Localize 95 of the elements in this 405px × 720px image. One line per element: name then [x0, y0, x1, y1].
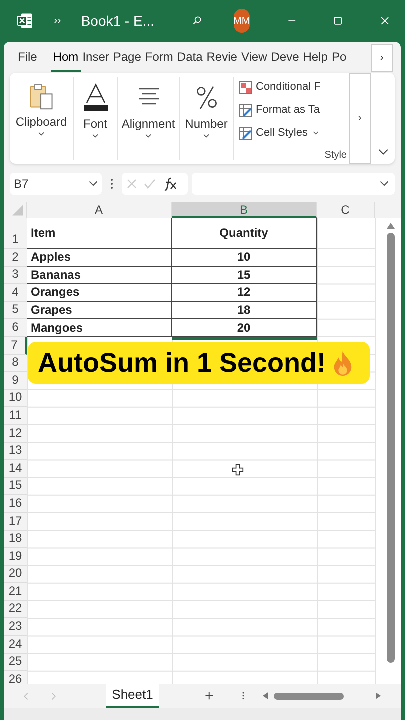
ribbon-tab[interactable]: Page	[111, 44, 144, 72]
table-style-icon	[239, 126, 253, 140]
row-header[interactable]: 19	[4, 548, 27, 566]
row-header[interactable]: 16	[4, 495, 27, 513]
ribbon-scroll-button[interactable]: ›	[349, 73, 371, 164]
styles-menu-button[interactable]: Format as Ta	[239, 99, 349, 122]
banner-text: AutoSum in 1 Second!	[38, 347, 326, 379]
table-style-icon	[239, 104, 253, 118]
row-header[interactable]: 20	[4, 566, 27, 584]
table-cell: Quantity	[172, 218, 317, 249]
table-cell: 20	[172, 319, 317, 337]
tabs-scroll-button[interactable]: ›	[371, 44, 393, 72]
fire-icon	[332, 350, 354, 376]
row-header[interactable]: 11	[4, 407, 27, 425]
row-header[interactable]: 23	[4, 618, 27, 636]
row-header[interactable]: 24	[4, 636, 27, 654]
excel-logo-icon	[16, 12, 34, 30]
table-cell: Grapes	[27, 302, 172, 320]
name-box[interactable]: B7	[10, 173, 102, 195]
chevron-down-icon[interactable]	[89, 181, 98, 187]
ribbon-group-button[interactable]: Font	[83, 117, 108, 139]
chevron-down-icon	[92, 134, 99, 139]
table-cell: Oranges	[27, 284, 172, 302]
chevron-down-icon	[145, 134, 152, 139]
row-header[interactable]: 5	[4, 302, 27, 320]
group-label: Style	[324, 149, 347, 163]
row-header[interactable]: 9	[4, 372, 27, 390]
ribbon-tab[interactable]: File	[12, 44, 44, 72]
chevron-down-icon	[38, 132, 45, 137]
chevron-down-icon	[203, 134, 210, 139]
sheet-tab[interactable]: Sheet1	[106, 684, 160, 708]
maximize-icon[interactable]	[334, 15, 343, 27]
row-header[interactable]: 13	[4, 442, 27, 460]
styles-menu-button[interactable]: Cell Styles	[239, 122, 349, 145]
check-icon[interactable]	[144, 178, 156, 190]
scroll-right-icon[interactable]	[376, 692, 381, 700]
row-header[interactable]: 3	[4, 266, 27, 284]
chevron-down-icon	[312, 131, 319, 136]
row-header[interactable]: 10	[4, 390, 27, 408]
table-style-icon	[239, 80, 253, 94]
table-cell: 15	[172, 266, 317, 284]
row-header[interactable]: 1	[4, 218, 27, 249]
collapse-ribbon-icon[interactable]	[378, 149, 388, 156]
row-header[interactable]: 8	[4, 354, 27, 372]
more-icon[interactable]	[242, 690, 245, 702]
ribbon-group-button[interactable]: Number	[185, 117, 228, 139]
table-cell: 12	[172, 284, 317, 302]
overflow-chevron[interactable]: ››	[54, 12, 62, 30]
cell-cursor-icon	[232, 464, 244, 476]
styles-menu-button[interactable]: Conditional F	[239, 76, 349, 99]
ribbon-group-button[interactable]: Clipboard	[16, 115, 68, 137]
row-header[interactable]: 14	[4, 460, 27, 478]
close-icon[interactable]	[380, 15, 389, 27]
ribbon-tab[interactable]: Deve	[269, 44, 302, 72]
scroll-up-icon[interactable]	[387, 223, 395, 229]
ribbon-tab[interactable]: Inser	[80, 44, 112, 72]
row-header[interactable]: 7	[4, 336, 27, 355]
ribbon-tab[interactable]: Po	[330, 44, 349, 72]
row-header[interactable]: 18	[4, 530, 27, 548]
table-cell: Item	[27, 218, 172, 249]
avatar[interactable]: MM	[234, 9, 250, 33]
active-cell-outline[interactable]	[172, 336, 317, 340]
table-cell: Apples	[27, 249, 172, 267]
row-header[interactable]: 26	[4, 671, 27, 684]
column-header[interactable]: C	[317, 202, 375, 218]
table-cell: Bananas	[27, 266, 172, 284]
formula-input[interactable]	[192, 173, 395, 195]
window-title: Book1 - E...	[81, 12, 154, 30]
ribbon-tab[interactable]: View	[239, 44, 270, 72]
ribbon-tab[interactable]: Revie	[204, 44, 240, 72]
row-header[interactable]: 12	[4, 424, 27, 443]
ribbon-tab[interactable]: Data	[175, 44, 205, 72]
table-cell: 10	[172, 249, 317, 267]
row-header[interactable]: 25	[4, 654, 27, 672]
row-header[interactable]: 21	[4, 583, 27, 601]
insert-function-icon[interactable]	[162, 177, 178, 191]
row-header[interactable]: 2	[4, 249, 27, 267]
scroll-thumb[interactable]	[387, 233, 395, 663]
scroll-left-icon[interactable]	[262, 692, 268, 700]
expand-icon[interactable]	[380, 181, 389, 187]
table-cell: Mangoes	[27, 319, 172, 337]
table-cell: 18	[172, 302, 317, 320]
more-icon[interactable]	[110, 178, 114, 190]
column-header[interactable]: B	[172, 202, 317, 218]
row-header[interactable]: 6	[4, 319, 27, 337]
clipboard-icon	[28, 83, 56, 111]
ribbon-group-button[interactable]: Alignment	[122, 117, 176, 139]
row-header[interactable]: 15	[4, 478, 27, 496]
add-sheet-icon[interactable]	[205, 690, 214, 702]
row-header[interactable]: 4	[4, 284, 27, 302]
ribbon-tab[interactable]: Help	[301, 44, 330, 72]
ribbon-tab[interactable]: Form	[143, 44, 176, 72]
scroll-thumb[interactable]	[274, 692, 344, 700]
row-header[interactable]: 17	[4, 512, 27, 530]
row-header[interactable]: 22	[4, 600, 27, 618]
